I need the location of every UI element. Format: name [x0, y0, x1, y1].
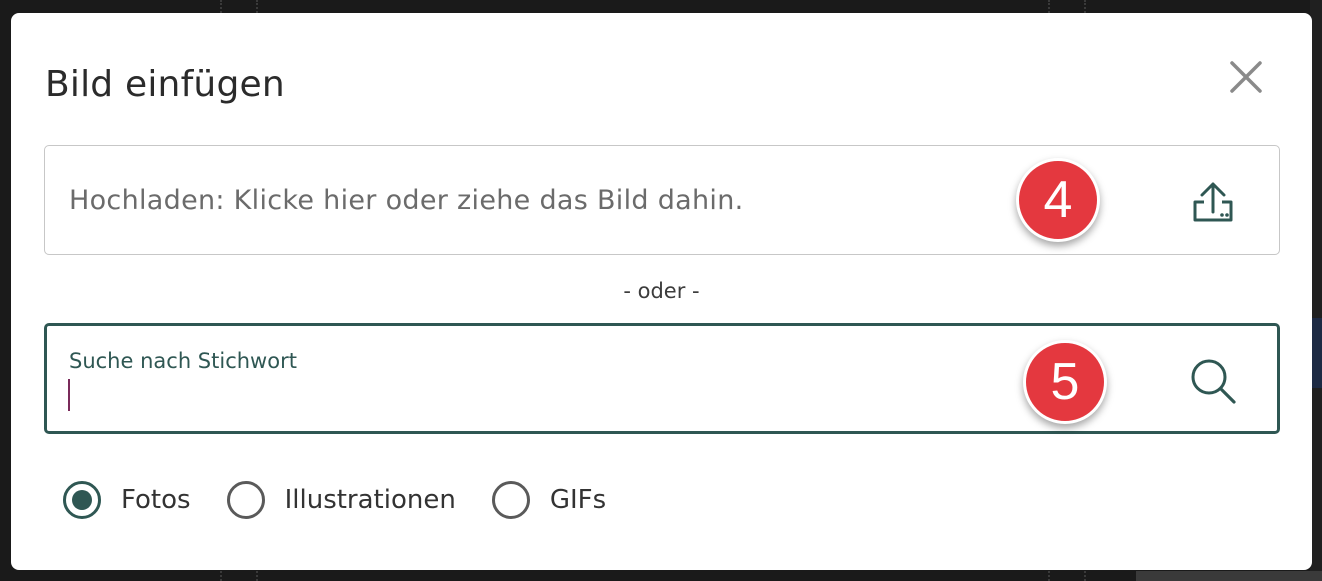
radio-fotos[interactable]: Fotos [63, 481, 191, 519]
radio-button[interactable] [226, 481, 265, 519]
radio-label-illustrationen: Illustrationen [284, 485, 456, 515]
close-button[interactable] [1226, 57, 1266, 97]
radio-button-checked[interactable] [63, 481, 101, 519]
annotation-marker-5: 5 [1023, 340, 1107, 424]
radio-illustrationen[interactable]: Illustrationen [226, 481, 456, 519]
dialog-title: Bild einfügen [45, 64, 285, 105]
text-caret [68, 379, 70, 411]
search-input[interactable] [67, 378, 967, 414]
insert-image-dialog: Bild einfügen Hochladen: Klicke hier ode… [11, 13, 1312, 570]
upload-instruction: Hochladen: Klicke hier oder ziehe das Bi… [69, 185, 744, 216]
close-icon [1230, 61, 1262, 93]
radio-button[interactable] [491, 481, 530, 519]
search-icon[interactable] [1187, 355, 1239, 407]
radio-gifs[interactable]: GIFs [491, 481, 607, 519]
backdrop-bottom-bar [1136, 571, 1322, 581]
image-type-radio-group: Fotos Illustrationen GIFs [63, 478, 642, 522]
or-separator: - oder - [623, 279, 700, 303]
radio-label-fotos: Fotos [121, 485, 191, 515]
upload-icon[interactable] [1188, 176, 1238, 226]
radio-label-gifs: GIFs [549, 485, 607, 515]
search-label: Suche nach Stichwort [69, 349, 297, 373]
annotation-marker-4: 4 [1016, 158, 1100, 242]
